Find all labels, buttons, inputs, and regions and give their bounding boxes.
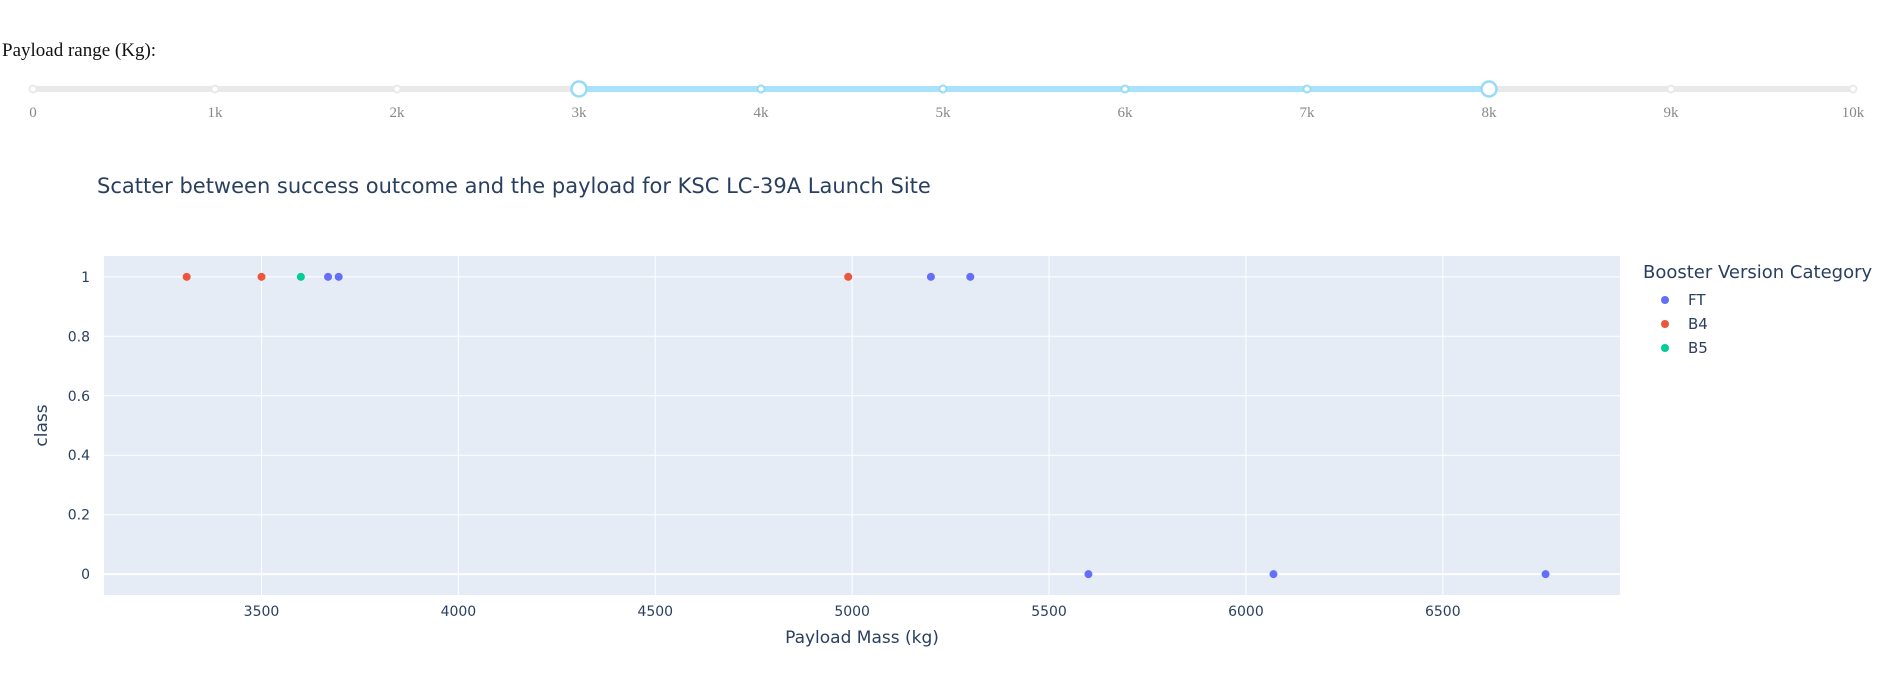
slider-mark-label: 7k — [1300, 105, 1316, 121]
legend-marker-b5[interactable] — [1661, 344, 1669, 352]
y-tick-label: 1 — [81, 270, 90, 286]
legend-marker-b4[interactable] — [1661, 320, 1669, 328]
y-axis-title: class — [32, 404, 52, 446]
payload-range-label: Payload range (Kg): — [2, 40, 157, 61]
slider-mark-dot — [756, 84, 766, 94]
slider-mark-label: 8k — [1482, 105, 1498, 121]
x-tick-label: 6500 — [1425, 604, 1461, 620]
legend-marker-ft[interactable] — [1661, 296, 1669, 304]
slider-mark-label: 6k — [1118, 105, 1134, 121]
slider-mark-dot — [1666, 84, 1676, 94]
slider-mark-dot — [1848, 84, 1858, 94]
slider-handle-max[interactable] — [1480, 80, 1498, 98]
x-tick-label: 4500 — [637, 604, 673, 620]
y-tick-label: 0.8 — [68, 329, 90, 345]
x-tick-label: 6000 — [1228, 604, 1264, 620]
x-tick-label: 5000 — [834, 604, 870, 620]
data-point-b5[interactable] — [296, 272, 305, 281]
slider-mark-dot — [392, 84, 402, 94]
legend-label-ft[interactable]: FT — [1688, 291, 1706, 309]
data-point-ft[interactable] — [324, 272, 333, 281]
y-tick-label: 0.6 — [68, 389, 90, 405]
x-tick-label: 4000 — [441, 604, 477, 620]
slider-mark-label: 10k — [1842, 105, 1865, 121]
data-point-b4[interactable] — [844, 272, 853, 281]
x-tick-label: 3500 — [244, 604, 280, 620]
slider-mark-label: 9k — [1664, 105, 1680, 121]
slider-mark-label: 5k — [936, 105, 952, 121]
slider-handle-min[interactable] — [570, 80, 588, 98]
slider-mark-label: 1k — [208, 105, 224, 121]
slider-mark-label: 3k — [572, 105, 588, 121]
payload-scatter-chart: Scatter between success outcome and the … — [32, 174, 1872, 648]
data-point-ft[interactable] — [334, 272, 343, 281]
x-axis-title: Payload Mass (kg) — [785, 628, 939, 648]
slider-mark-label: 2k — [390, 105, 406, 121]
y-tick-label: 0.2 — [68, 508, 90, 524]
y-tick-label: 0 — [81, 567, 90, 583]
legend-title: Booster Version Category — [1643, 262, 1872, 283]
y-tick-label: 0.4 — [68, 448, 90, 464]
legend-label-b5[interactable]: B5 — [1688, 339, 1708, 357]
slider-mark-label: 4k — [754, 105, 770, 121]
data-point-b4[interactable] — [257, 272, 266, 281]
data-point-ft[interactable] — [1269, 570, 1278, 579]
slider-mark-label: 0 — [29, 105, 37, 121]
x-tick-label: 5500 — [1031, 604, 1067, 620]
chart-title: Scatter between success outcome and the … — [97, 174, 931, 198]
slider-mark-dot — [1120, 84, 1130, 94]
slider-mark-dot — [1302, 84, 1312, 94]
plot-area — [104, 256, 1620, 595]
slider-mark-dot — [28, 84, 38, 94]
payload-range-slider[interactable]: 0 1k 2k 3k 4k 5k 6k 7k 8k 9k 10k — [0, 70, 1887, 140]
slider-mark-dot — [210, 84, 220, 94]
data-point-ft[interactable] — [966, 272, 975, 281]
data-point-ft[interactable] — [926, 272, 935, 281]
data-point-ft[interactable] — [1541, 570, 1550, 579]
slider-mark-dot — [938, 84, 948, 94]
data-point-b4[interactable] — [182, 272, 191, 281]
data-point-ft[interactable] — [1084, 570, 1093, 579]
legend-label-b4[interactable]: B4 — [1688, 315, 1708, 333]
